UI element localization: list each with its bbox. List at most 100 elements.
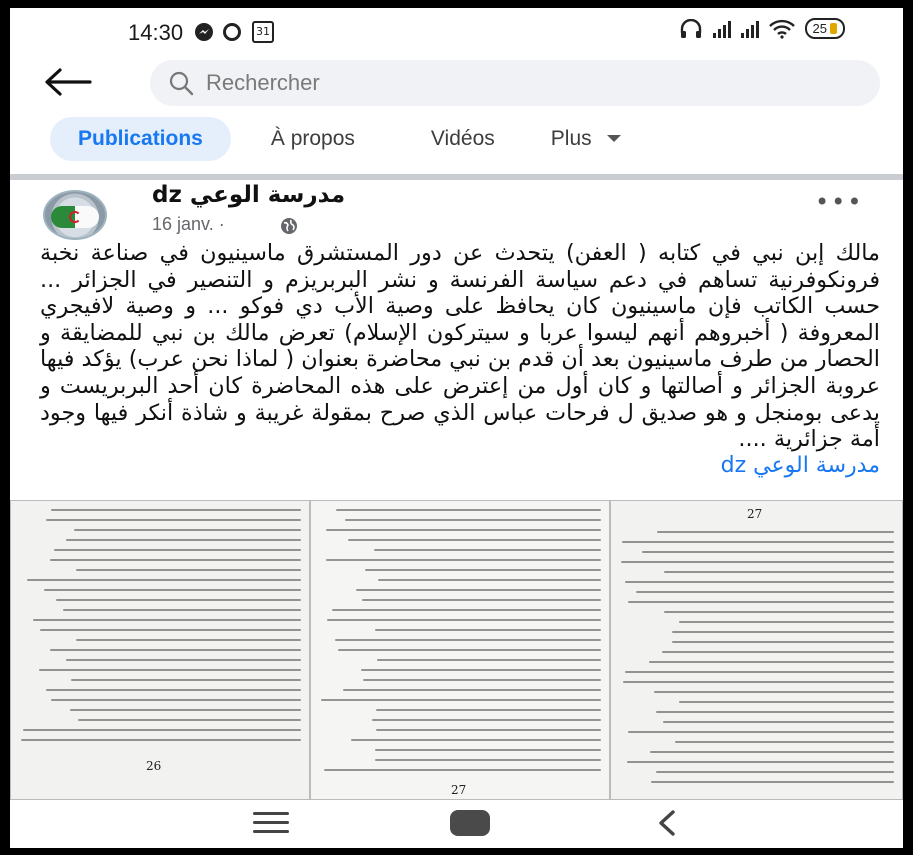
scanned-text-line bbox=[22, 729, 301, 731]
post-page-tag[interactable]: مدرسة الوعي dz bbox=[40, 453, 880, 480]
scanned-text-line bbox=[377, 659, 601, 661]
calendar-day: 31 bbox=[256, 25, 270, 38]
scanned-text-line bbox=[50, 699, 301, 701]
scanned-text-line bbox=[627, 731, 894, 733]
calendar-icon: 31 bbox=[252, 21, 274, 43]
scanned-text-line bbox=[663, 611, 894, 613]
messenger-icon bbox=[195, 23, 213, 41]
scanned-text-line bbox=[620, 561, 894, 563]
caret-down-icon bbox=[606, 135, 621, 142]
scanned-text-line bbox=[362, 679, 601, 681]
scanned-text-line bbox=[46, 689, 301, 691]
scanned-text-line bbox=[672, 631, 894, 633]
page-tabs: Publications À propos Vidéos Plus bbox=[50, 114, 870, 164]
scanned-text-line bbox=[32, 619, 301, 621]
more-options-button[interactable]: ••• bbox=[815, 188, 863, 216]
scanned-text-line bbox=[375, 709, 601, 711]
search-bar[interactable] bbox=[150, 60, 880, 106]
scanned-text-line bbox=[73, 529, 301, 531]
scanned-text-line bbox=[44, 589, 301, 591]
circle-notification-icon bbox=[223, 23, 241, 41]
scanned-text-line bbox=[653, 691, 894, 693]
scanned-text-line bbox=[650, 781, 894, 783]
scanned-text-line bbox=[345, 519, 601, 521]
scanned-text-line bbox=[375, 759, 601, 761]
scanned-text-line bbox=[628, 601, 894, 603]
scanned-text-line bbox=[360, 669, 601, 671]
scanned-text-line bbox=[625, 581, 894, 583]
page-number: 26 bbox=[146, 759, 162, 773]
scanned-text-line bbox=[662, 721, 894, 723]
search-icon bbox=[169, 71, 194, 96]
scanned-text-line bbox=[662, 651, 894, 653]
scanned-text-line bbox=[648, 661, 894, 663]
scanned-text-line bbox=[642, 551, 894, 553]
scanned-text-line bbox=[362, 599, 601, 601]
scanned-text-line bbox=[49, 559, 301, 561]
scanned-text-line bbox=[53, 549, 301, 551]
scanned-text-line bbox=[324, 769, 601, 771]
back-arrow-icon[interactable] bbox=[40, 62, 96, 102]
scanned-text-line bbox=[39, 669, 301, 671]
nav-back-icon[interactable] bbox=[655, 808, 679, 838]
tab-publications[interactable]: Publications bbox=[50, 117, 231, 161]
scanned-text-line bbox=[332, 609, 601, 611]
scanned-text-line bbox=[40, 629, 301, 631]
scanned-text-line bbox=[326, 559, 601, 561]
tab-a-propos[interactable]: À propos bbox=[271, 117, 355, 161]
scanned-text-line bbox=[657, 531, 894, 533]
scanned-text-line bbox=[679, 701, 894, 703]
crescent-icon bbox=[69, 211, 81, 223]
status-right-icons: 25 bbox=[679, 18, 845, 39]
scanned-text-line bbox=[656, 771, 894, 773]
scanned-text-line bbox=[621, 541, 894, 543]
phone-screen: 14:30 31 25 Rechercher Publications À pr… bbox=[10, 8, 903, 848]
scanned-text-line bbox=[77, 719, 301, 721]
post-image[interactable]: 26 27 27 bbox=[10, 500, 903, 800]
tab-plus[interactable]: Plus bbox=[551, 117, 622, 161]
battery-indicator: 25 bbox=[804, 18, 845, 39]
scanned-text-line bbox=[626, 761, 894, 763]
tab-plus-label: Plus bbox=[550, 127, 592, 150]
scanned-text-line bbox=[26, 579, 301, 581]
page-name[interactable]: مدرسة الوعي dz bbox=[152, 182, 345, 208]
scanned-text-line bbox=[625, 671, 894, 673]
scanned-page-left: 26 bbox=[10, 500, 310, 800]
page-number: 27 bbox=[747, 507, 763, 521]
scanned-text-line bbox=[76, 569, 301, 571]
status-time: 14:30 bbox=[128, 20, 184, 45]
scanned-text-line bbox=[672, 641, 894, 643]
globe-icon bbox=[281, 218, 297, 234]
scanned-text-line bbox=[50, 509, 301, 511]
signal-icon bbox=[740, 20, 759, 38]
search-input[interactable] bbox=[206, 67, 846, 99]
scanned-page-middle: 27 bbox=[310, 500, 610, 800]
scanned-text-line bbox=[649, 751, 894, 753]
avatar[interactable] bbox=[43, 190, 107, 240]
scanned-text-line bbox=[325, 529, 601, 531]
scanned-text-line bbox=[320, 699, 601, 701]
scanned-text-line bbox=[350, 739, 601, 741]
scanned-text-line bbox=[355, 589, 601, 591]
scanned-text-line bbox=[335, 509, 601, 511]
scanned-text-line bbox=[347, 539, 601, 541]
scanned-text-line bbox=[326, 619, 601, 621]
scanned-text-line bbox=[371, 719, 601, 721]
scanned-text-line bbox=[655, 711, 894, 713]
page-number: 27 bbox=[451, 783, 467, 797]
scanned-text-line bbox=[20, 739, 301, 741]
scanned-text-line bbox=[337, 649, 601, 651]
scanned-text-line bbox=[76, 639, 301, 641]
recent-apps-icon[interactable] bbox=[253, 812, 289, 836]
scanned-text-line bbox=[71, 679, 301, 681]
home-button[interactable] bbox=[450, 810, 490, 836]
scanned-text-line bbox=[70, 709, 301, 711]
scanned-text-line bbox=[335, 639, 601, 641]
scanned-text-line bbox=[374, 749, 601, 751]
scanned-text-line bbox=[375, 729, 601, 731]
post-date[interactable]: 16 janv. · bbox=[152, 214, 225, 235]
android-nav-bar bbox=[10, 800, 903, 848]
tab-videos[interactable]: Vidéos bbox=[431, 117, 495, 161]
scanned-text-line bbox=[66, 659, 301, 661]
wifi-icon bbox=[768, 19, 795, 39]
